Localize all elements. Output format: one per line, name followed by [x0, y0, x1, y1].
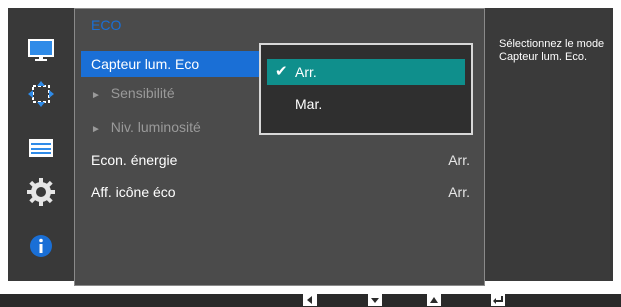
menu-item-label: Aff. icône éco — [91, 184, 176, 200]
down-arrow-icon — [371, 298, 379, 303]
submenu-arrow-icon: ► — [91, 124, 101, 135]
menu-item-econ-energie[interactable]: Econ. énergie Arr. — [81, 147, 480, 173]
help-text: Sélectionnez le mode Capteur lum. Eco. — [499, 38, 605, 63]
up-button[interactable] — [427, 294, 441, 306]
up-arrow-icon — [430, 297, 438, 303]
help-panel: Sélectionnez le mode Capteur lum. Eco. — [485, 8, 613, 281]
settings-bar-icon[interactable] — [25, 134, 57, 162]
option-label: Mar. — [295, 96, 323, 112]
check-icon: ✔ — [275, 63, 288, 80]
monitor-icon[interactable] — [25, 36, 57, 64]
info-icon[interactable] — [25, 232, 57, 260]
menu-item-label: Sensibilité — [110, 85, 175, 101]
submenu-arrow-icon: ► — [91, 90, 101, 101]
option-popup: ✔ Arr. Mar. — [259, 43, 473, 135]
icon-sidebar — [8, 8, 74, 281]
button-guide-bar — [0, 294, 621, 307]
menu-item-label: Econ. énergie — [91, 152, 178, 168]
option-label: Arr. — [295, 64, 317, 80]
position-icon[interactable] — [25, 80, 57, 108]
option-mar[interactable]: Mar. — [267, 91, 465, 117]
enter-icon — [493, 296, 503, 304]
menu-item-aff-icone-eco[interactable]: Aff. icône éco Arr. — [81, 179, 480, 205]
menu-item-label: Niv. luminosité — [110, 119, 201, 135]
option-arr[interactable]: ✔ Arr. — [267, 59, 465, 85]
menu-item-label: Capteur lum. Eco — [91, 56, 200, 72]
menu-item-value: Arr. — [448, 184, 470, 200]
left-button[interactable] — [303, 294, 317, 306]
enter-button[interactable] — [491, 294, 505, 306]
left-arrow-icon — [307, 296, 312, 304]
gear-icon[interactable] — [25, 178, 57, 206]
down-button[interactable] — [368, 294, 382, 306]
menu-item-value: Arr. — [448, 152, 470, 168]
menu-title: ECO — [91, 17, 122, 33]
